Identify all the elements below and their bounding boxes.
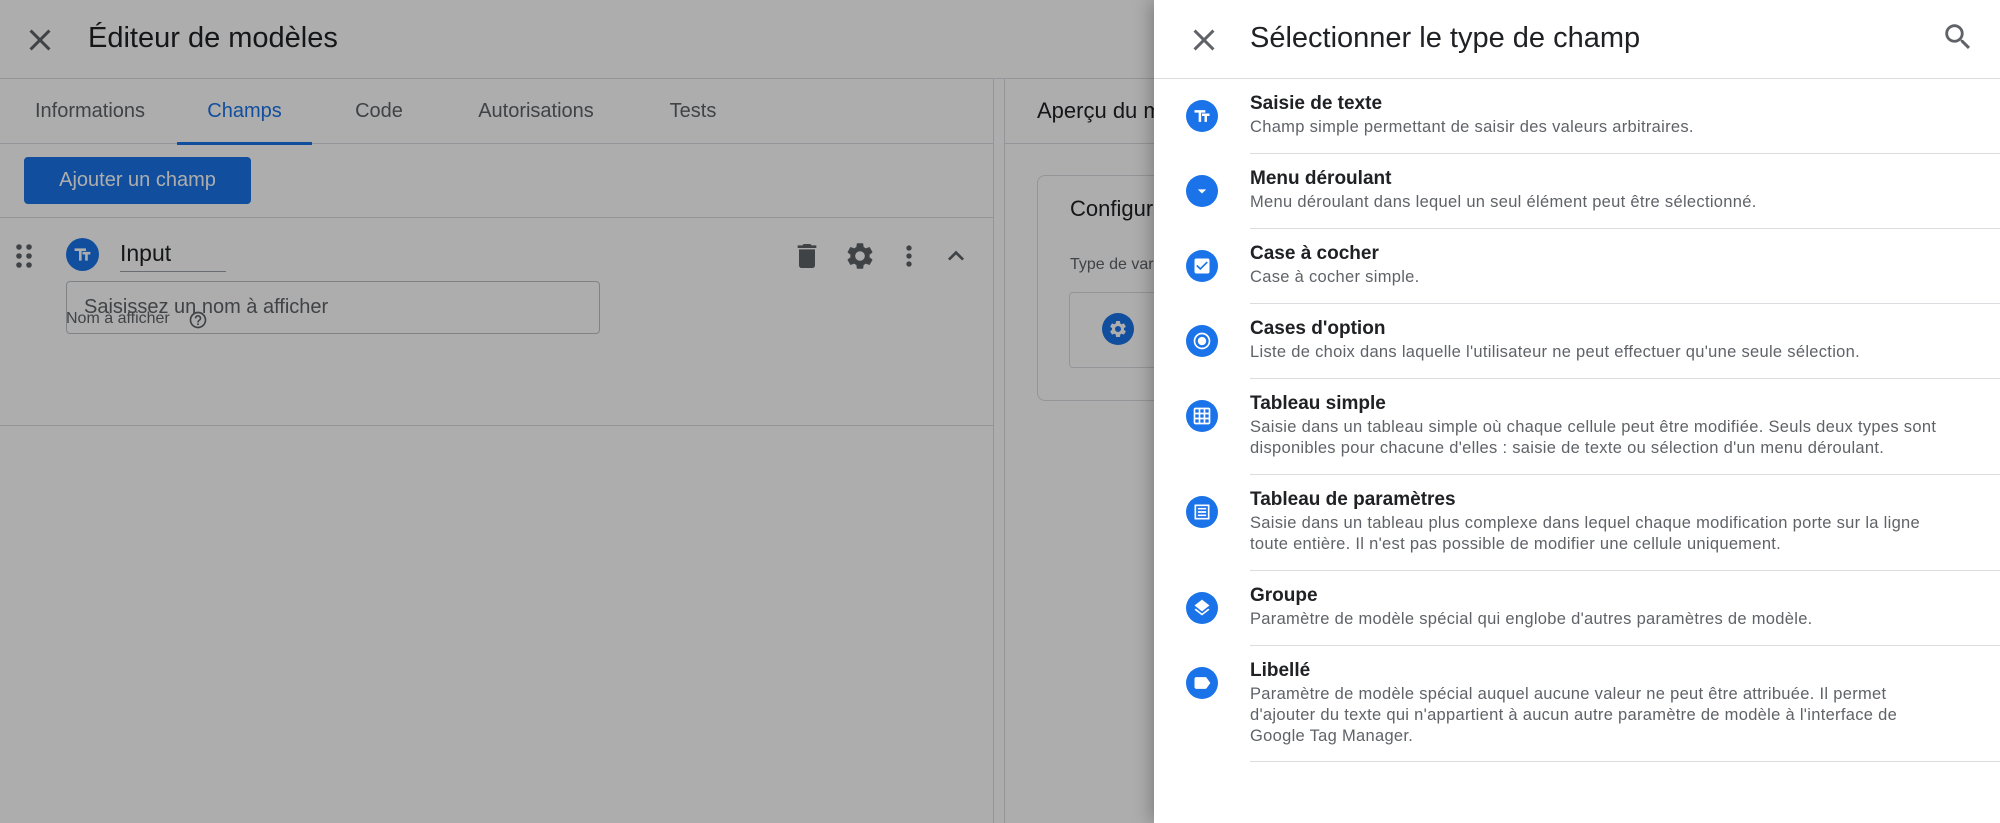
field-type-item[interactable]: Cases d'option Liste de choix dans laque…	[1154, 304, 2000, 379]
field-type-title: Saisie de texte	[1250, 93, 1383, 114]
drawer-title: Sélectionner le type de champ	[1250, 22, 1641, 54]
layers-icon	[1186, 592, 1218, 624]
param-table-icon	[1186, 496, 1218, 528]
field-type-title: Groupe	[1250, 585, 1318, 606]
field-type-item[interactable]: Groupe Paramètre de modèle spécial qui e…	[1154, 571, 2000, 646]
divider	[1250, 761, 2000, 762]
field-type-description: Saisie dans un tableau simple où chaque …	[1250, 418, 1937, 457]
field-type-description: Saisie dans un tableau plus complexe dan…	[1250, 514, 1921, 553]
field-type-title: Case à cocher	[1250, 243, 1379, 264]
field-type-item[interactable]: Libellé Paramètre de modèle spécial auqu…	[1154, 646, 2000, 762]
checkbox-icon	[1186, 250, 1218, 282]
field-type-title: Libellé	[1250, 660, 1311, 681]
field-type-description: Menu déroulant dans lequel un seul éléme…	[1250, 193, 1757, 211]
field-type-drawer: Sélectionner le type de champ Saisie de …	[1154, 0, 2000, 823]
field-type-description: Champ simple permettant de saisir des va…	[1250, 118, 1694, 136]
field-type-item[interactable]: Tableau simple Saisie dans un tableau si…	[1154, 379, 2000, 475]
text-input-icon	[1186, 100, 1218, 132]
field-type-item[interactable]: Case à cocher Case à cocher simple.	[1154, 229, 2000, 304]
grid-table-icon	[1186, 400, 1218, 432]
field-type-item[interactable]: Tableau de paramètres Saisie dans un tab…	[1154, 475, 2000, 571]
label-icon	[1186, 667, 1218, 699]
field-type-title: Cases d'option	[1250, 318, 1386, 339]
close-icon[interactable]	[1186, 22, 1222, 58]
field-type-description: Paramètre de modèle spécial auquel aucun…	[1250, 685, 1898, 745]
field-type-item[interactable]: Menu déroulant Menu déroulant dans leque…	[1154, 154, 2000, 229]
search-icon[interactable]	[1941, 20, 1975, 54]
radio-icon	[1186, 325, 1218, 357]
field-type-description: Liste de choix dans laquelle l'utilisate…	[1250, 343, 1860, 361]
field-type-description: Case à cocher simple.	[1250, 268, 1420, 286]
field-type-item[interactable]: Saisie de texte Champ simple permettant …	[1154, 79, 2000, 154]
field-type-title: Tableau simple	[1250, 393, 1386, 414]
field-type-title: Menu déroulant	[1250, 168, 1392, 189]
field-type-title: Tableau de paramètres	[1250, 489, 1456, 510]
field-type-description: Paramètre de modèle spécial qui englobe …	[1250, 610, 1813, 628]
dropdown-icon	[1186, 175, 1218, 207]
drawer-header: Sélectionner le type de champ	[1154, 0, 2000, 79]
